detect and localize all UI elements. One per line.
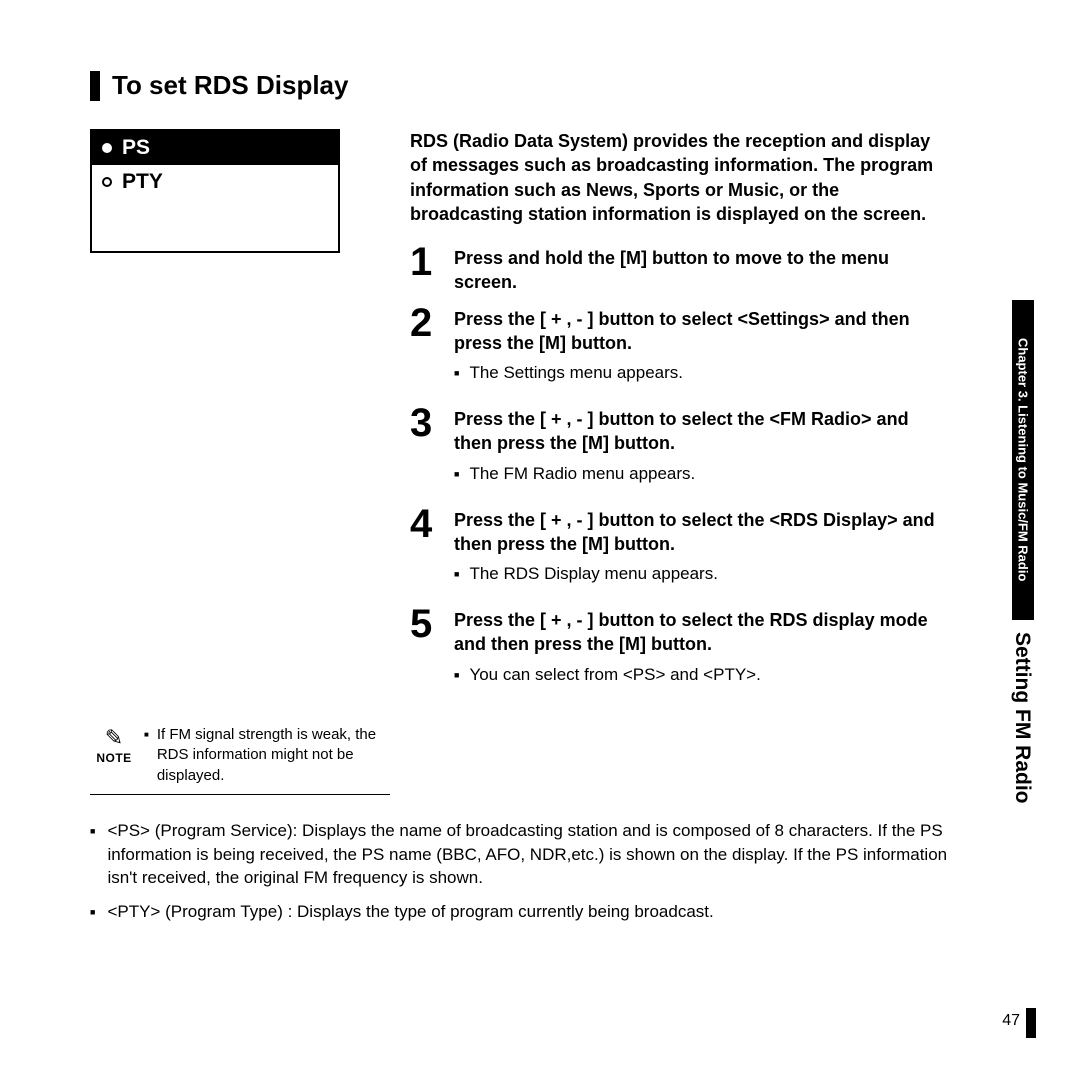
step-title: Press and hold the [M] button to move to… xyxy=(454,246,950,295)
device-screen: PS PTY xyxy=(90,129,340,253)
step-number: 5 xyxy=(410,604,454,696)
device-option-ps: PS xyxy=(92,131,338,165)
step-sub: The Settings menu appears. xyxy=(469,361,683,385)
m-button-icon: M xyxy=(625,634,640,654)
radio-dot-icon xyxy=(102,177,112,187)
intro-paragraph: RDS (Radio Data System) provides the rec… xyxy=(410,129,950,226)
step-title: Press the [ + , - ] button to select the… xyxy=(454,608,950,657)
step-title: Press the [ + , - ] button to select the… xyxy=(454,407,950,456)
definitions: <PS> (Program Service): Displays the nam… xyxy=(90,819,1040,924)
device-option-label: PS xyxy=(122,136,150,160)
definition-ps: <PS> (Program Service): Displays the nam… xyxy=(107,819,950,890)
section-tab: Setting FM Radio xyxy=(1010,620,1034,804)
radio-dot-icon xyxy=(102,143,112,153)
heading-row: To set RDS Display xyxy=(90,70,1040,101)
note-rule xyxy=(90,794,390,795)
step-title: Press the [ + , - ] button to select <Se… xyxy=(454,307,950,356)
m-button-icon: M xyxy=(545,333,560,353)
note-pencil-icon: ✎ xyxy=(90,725,138,751)
device-option-label: PTY xyxy=(122,170,163,194)
step-5: 5 Press the [ + , - ] button to select t… xyxy=(410,604,950,696)
heading-bar-icon xyxy=(90,71,100,101)
step-2: 2 Press the [ + , - ] button to select <… xyxy=(410,303,950,395)
page-number: 47 xyxy=(1002,1012,1020,1030)
manual-page: To set RDS Display PS PTY ✎ NOTE xyxy=(0,0,1080,1080)
page-heading: To set RDS Display xyxy=(112,70,348,101)
note-block: ✎ NOTE If FM signal strength is weak, th… xyxy=(90,725,390,786)
step-number: 1 xyxy=(410,242,454,295)
definition-pty: <PTY> (Program Type) : Displays the type… xyxy=(107,900,713,924)
step-sub: The RDS Display menu appears. xyxy=(469,562,718,586)
step-number: 3 xyxy=(410,403,454,495)
step-sub: You can select from <PS> and <PTY>. xyxy=(469,663,760,687)
step-title: Press the [ + , - ] button to select the… xyxy=(454,508,950,557)
note-label: NOTE xyxy=(90,751,138,765)
note-text: If FM signal strength is weak, the RDS i… xyxy=(157,725,390,786)
page-mark-icon xyxy=(1026,1008,1036,1038)
right-column: RDS (Radio Data System) provides the rec… xyxy=(410,129,1040,795)
step-number: 2 xyxy=(410,303,454,395)
side-tab: Chapter 3. Listening to Music/FM Radio S… xyxy=(1012,300,1038,860)
left-column: PS PTY ✎ NOTE If FM signal strength is w… xyxy=(90,129,410,795)
step-1: 1 Press and hold the [M] button to move … xyxy=(410,242,950,295)
m-button-icon: M xyxy=(588,534,603,554)
step-3: 3 Press the [ + , - ] button to select t… xyxy=(410,403,950,495)
m-button-icon: M xyxy=(588,433,603,453)
step-sub: The FM Radio menu appears. xyxy=(469,462,695,486)
device-option-pty: PTY xyxy=(92,165,338,199)
step-number: 4 xyxy=(410,504,454,596)
step-4: 4 Press the [ + , - ] button to select t… xyxy=(410,504,950,596)
m-button-icon: M xyxy=(626,248,641,268)
chapter-tab: Chapter 3. Listening to Music/FM Radio xyxy=(1012,300,1034,620)
